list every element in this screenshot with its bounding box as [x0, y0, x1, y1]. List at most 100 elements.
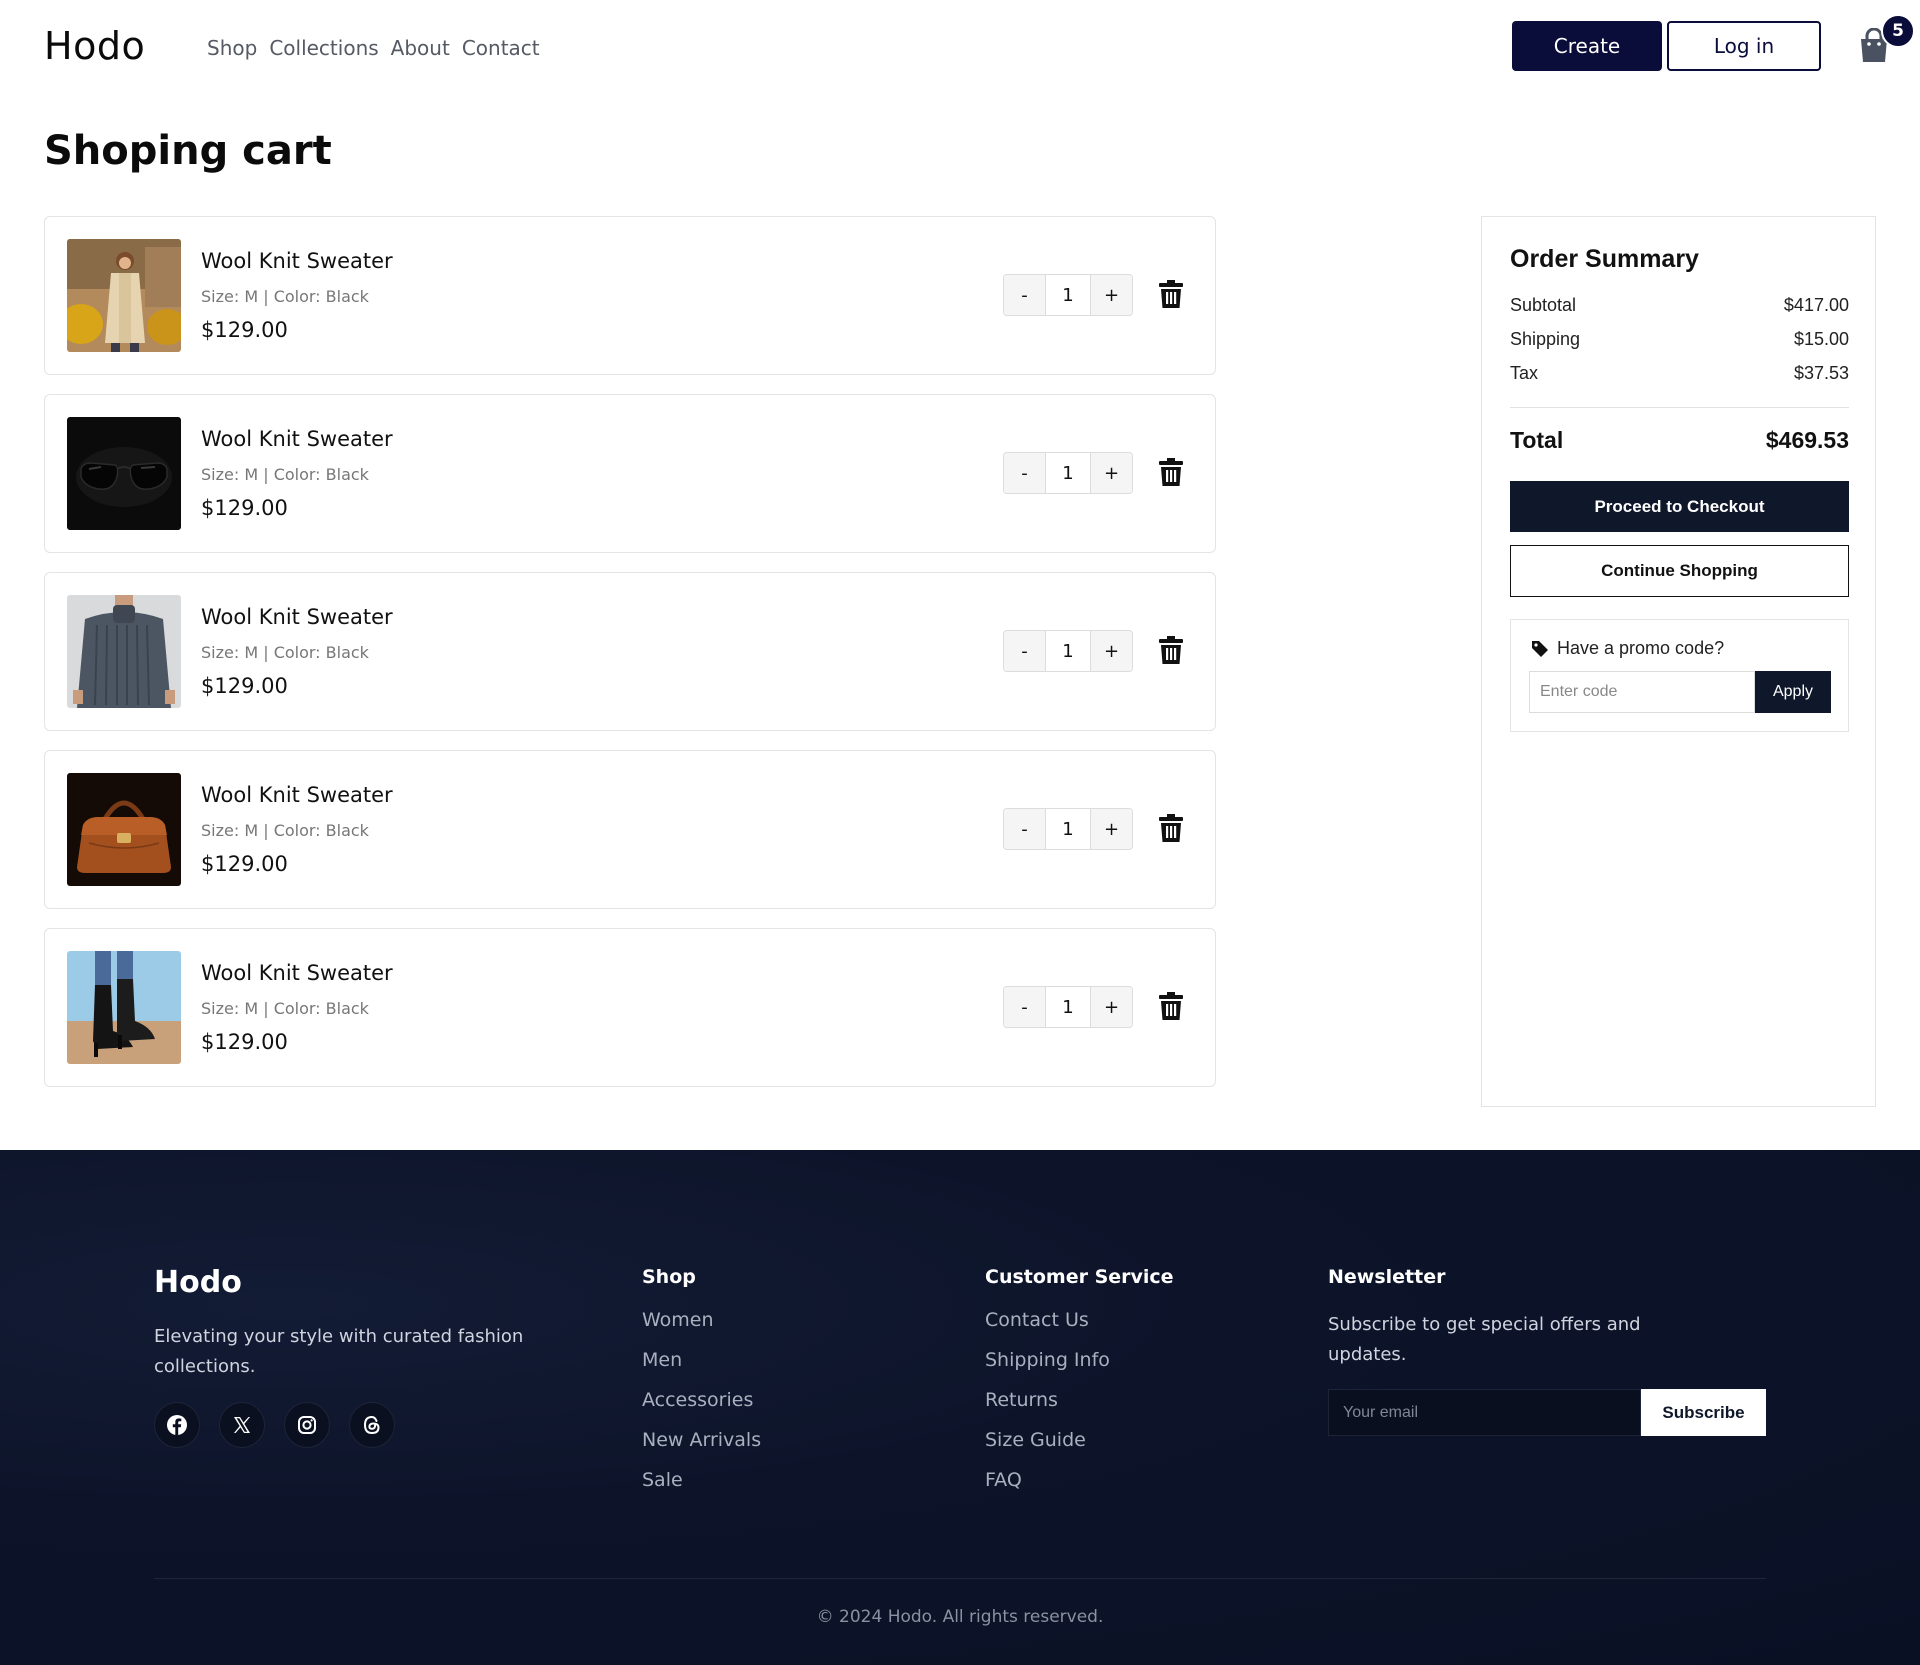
checkout-button[interactable]: Proceed to Checkout — [1510, 481, 1849, 532]
cart-item: Wool Knit Sweater Size: M | Color: Black… — [44, 572, 1216, 731]
item-meta: Size: M | Color: Black — [201, 999, 369, 1018]
item-price: $129.00 — [201, 852, 288, 876]
footer-link-sale[interactable]: Sale — [642, 1468, 761, 1492]
decrease-quantity-button[interactable]: - — [1004, 809, 1045, 849]
footer-link-shipping-info[interactable]: Shipping Info — [985, 1348, 1174, 1372]
summary-title: Order Summary — [1510, 245, 1699, 273]
increase-quantity-button[interactable]: + — [1091, 631, 1132, 671]
item-meta: Size: M | Color: Black — [201, 287, 369, 306]
summary-row-tax: Tax $37.53 — [1510, 363, 1849, 384]
site-footer: Hodo Elevating your style with curated f… — [0, 1150, 1920, 1665]
footer-link-faq[interactable]: FAQ — [985, 1468, 1174, 1492]
summary-divider — [1510, 407, 1849, 408]
page-title: Shoping cart — [44, 128, 332, 174]
product-image-grey-sweater[interactable] — [67, 595, 181, 708]
footer-divider — [154, 1578, 1766, 1579]
decrease-quantity-button[interactable]: - — [1004, 987, 1045, 1027]
quantity-stepper: - 1 + — [1003, 986, 1133, 1028]
item-name: Wool Knit Sweater — [201, 249, 393, 273]
continue-shopping-button[interactable]: Continue Shopping — [1510, 545, 1849, 597]
footer-link-contact-us[interactable]: Contact Us — [985, 1308, 1174, 1332]
quantity-value: 1 — [1045, 275, 1091, 315]
promo-code-input[interactable] — [1529, 671, 1755, 713]
apply-promo-button[interactable]: Apply — [1755, 671, 1831, 713]
product-image-leather-bag[interactable] — [67, 773, 181, 886]
quantity-value: 1 — [1045, 453, 1091, 493]
trash-icon[interactable] — [1159, 458, 1183, 486]
trash-icon[interactable] — [1159, 636, 1183, 664]
product-image-boots[interactable] — [67, 951, 181, 1064]
instagram-link[interactable] — [284, 1402, 330, 1448]
trash-icon[interactable] — [1159, 814, 1183, 842]
tax-label: Tax — [1510, 363, 1539, 383]
item-price: $129.00 — [201, 674, 288, 698]
cart-item: Wool Knit Sweater Size: M | Color: Black… — [44, 750, 1216, 909]
quantity-value: 1 — [1045, 987, 1091, 1027]
cart-item: Wool Knit Sweater Size: M | Color: Black… — [44, 394, 1216, 553]
footer-logo[interactable]: Hodo — [154, 1265, 242, 1300]
facebook-icon — [167, 1415, 187, 1435]
product-image-woman-coat[interactable] — [67, 239, 181, 352]
x-icon — [234, 1417, 250, 1433]
footer-link-new-arrivals[interactable]: New Arrivals — [642, 1428, 761, 1452]
create-button[interactable]: Create — [1512, 21, 1662, 71]
subscribe-button[interactable]: Subscribe — [1641, 1389, 1766, 1436]
footer-column-title: Customer Service — [985, 1266, 1174, 1288]
footer-link-men[interactable]: Men — [642, 1348, 761, 1372]
footer-description: Elevating your style with curated fashio… — [154, 1326, 524, 1377]
threads-link[interactable] — [349, 1402, 395, 1448]
summary-row-shipping: Shipping $15.00 — [1510, 329, 1849, 350]
nav-shop[interactable]: Shop — [207, 36, 257, 60]
promo-label-row: Have a promo code? — [1531, 638, 1724, 659]
item-price: $129.00 — [201, 1030, 288, 1054]
total-value: $469.53 — [1765, 427, 1849, 453]
increase-quantity-button[interactable]: + — [1091, 987, 1132, 1027]
item-meta: Size: M | Color: Black — [201, 465, 369, 484]
item-name: Wool Knit Sweater — [201, 427, 393, 451]
footer-link-women[interactable]: Women — [642, 1308, 761, 1332]
decrease-quantity-button[interactable]: - — [1004, 275, 1045, 315]
footer-link-returns[interactable]: Returns — [985, 1388, 1174, 1412]
order-summary: Order Summary Subtotal $417.00 Shipping … — [1481, 216, 1876, 1107]
newsletter-description: Subscribe to get special offers and upda… — [1328, 1314, 1641, 1365]
trash-icon[interactable] — [1159, 280, 1183, 308]
nav-contact[interactable]: Contact — [462, 36, 540, 60]
x-link[interactable] — [219, 1402, 265, 1448]
increase-quantity-button[interactable]: + — [1091, 809, 1132, 849]
subtotal-value: $417.00 — [1783, 295, 1849, 315]
summary-row-subtotal: Subtotal $417.00 — [1510, 295, 1849, 316]
decrease-quantity-button[interactable]: - — [1004, 453, 1045, 493]
nav-collections[interactable]: Collections — [269, 36, 378, 60]
newsletter-email-input[interactable] — [1328, 1389, 1641, 1436]
total-label: Total — [1510, 427, 1564, 453]
increase-quantity-button[interactable]: + — [1091, 453, 1132, 493]
footer-column-newsletter: Newsletter — [1328, 1266, 1445, 1308]
decrease-quantity-button[interactable]: - — [1004, 631, 1045, 671]
social-links — [154, 1402, 395, 1448]
site-logo[interactable]: Hodo — [44, 24, 145, 68]
item-price: $129.00 — [201, 318, 288, 342]
summary-total: Total $469.53 — [1510, 427, 1849, 454]
copyright-text: © 2024 Hodo. All rights reserved. — [816, 1607, 1104, 1627]
site-header: Hodo Shop Collections About Contact Crea… — [0, 0, 1920, 100]
facebook-link[interactable] — [154, 1402, 200, 1448]
nav-about[interactable]: About — [391, 36, 450, 60]
footer-link-accessories[interactable]: Accessories — [642, 1388, 761, 1412]
footer-link-size-guide[interactable]: Size Guide — [985, 1428, 1174, 1452]
cart-item: Wool Knit Sweater Size: M | Color: Black… — [44, 928, 1216, 1087]
shipping-label: Shipping — [1510, 329, 1581, 349]
product-image-sunglasses[interactable] — [67, 417, 181, 530]
main-nav: Shop Collections About Contact — [207, 36, 540, 60]
promo-code-box: Have a promo code? Apply — [1510, 619, 1849, 732]
increase-quantity-button[interactable]: + — [1091, 275, 1132, 315]
promo-label: Have a promo code? — [1557, 638, 1725, 658]
item-name: Wool Knit Sweater — [201, 961, 393, 985]
login-button[interactable]: Log in — [1667, 21, 1821, 71]
subtotal-label: Subtotal — [1510, 295, 1577, 315]
quantity-stepper: - 1 + — [1003, 808, 1133, 850]
trash-icon[interactable] — [1159, 992, 1183, 1020]
cart-count-badge: 5 — [1881, 14, 1915, 48]
cart-button[interactable]: 5 — [1858, 14, 1915, 62]
shipping-value: $15.00 — [1793, 329, 1849, 349]
cart-items-list: Wool Knit Sweater Size: M | Color: Black… — [44, 216, 1216, 1106]
